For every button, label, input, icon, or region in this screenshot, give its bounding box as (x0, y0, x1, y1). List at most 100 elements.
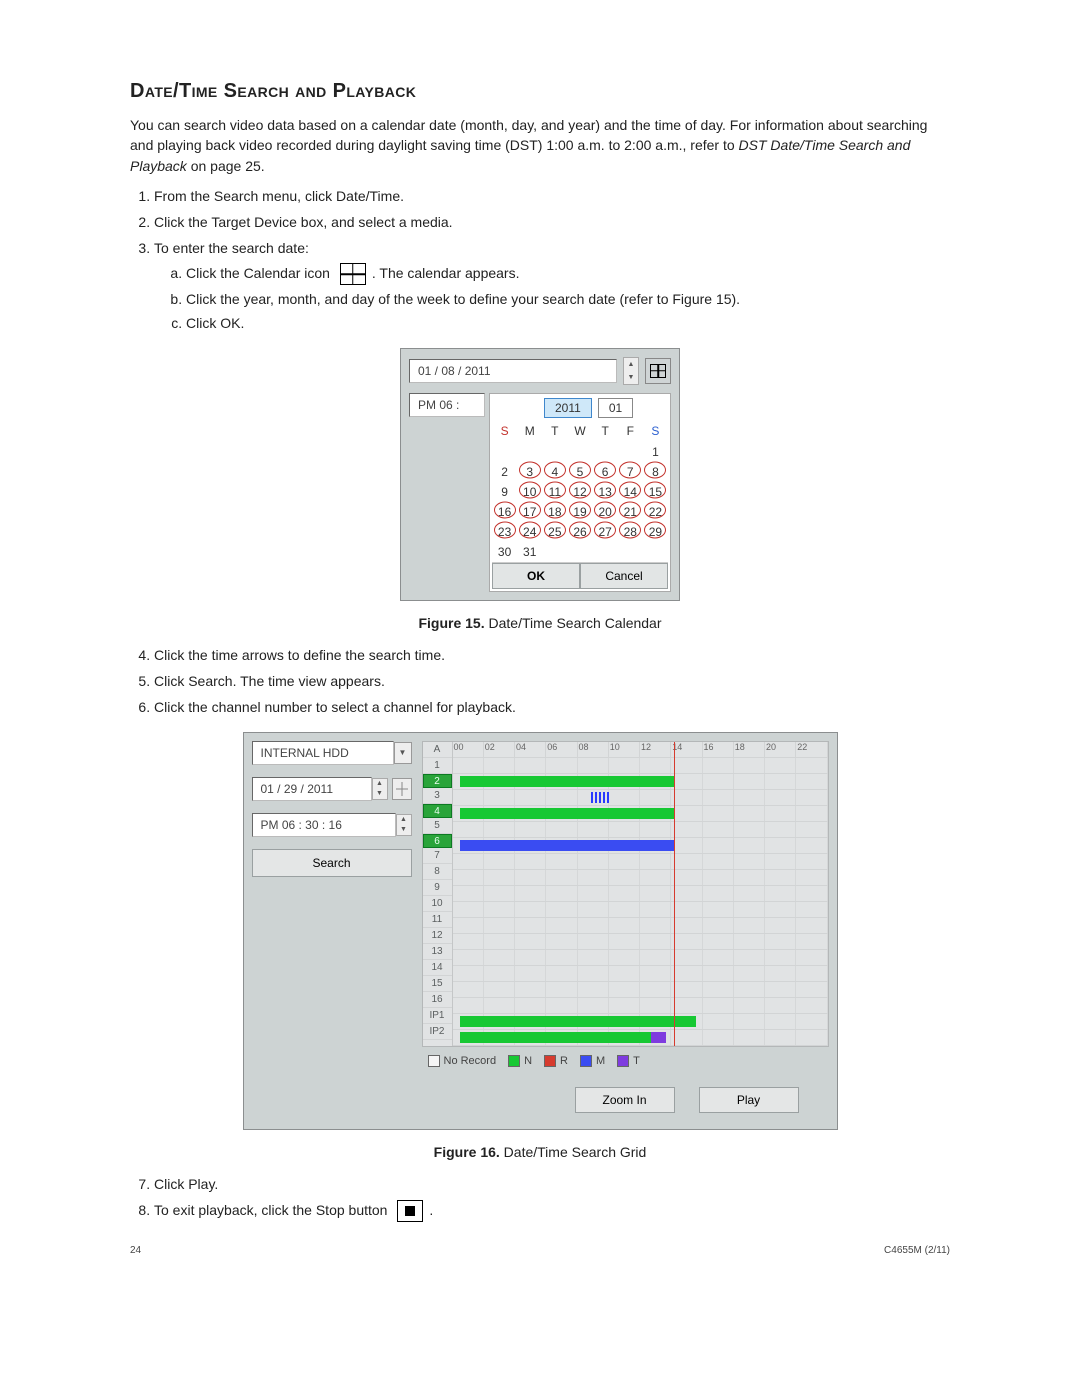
calendar-day[interactable]: 9 (492, 480, 517, 500)
calendar-day (517, 440, 542, 460)
channel-2[interactable]: 2 (423, 774, 452, 788)
track-10[interactable] (453, 902, 828, 918)
calendar-day[interactable]: 15 (643, 480, 668, 500)
track-IP2[interactable] (453, 1030, 828, 1046)
track-13[interactable] (453, 950, 828, 966)
page-number: 24 (130, 1245, 141, 1256)
year-selector[interactable]: 2011 (544, 398, 592, 418)
grid-date-spinner[interactable]: ▲▼ (372, 778, 388, 800)
playhead-line[interactable] (674, 742, 675, 1046)
channel-3[interactable]: 3 (423, 788, 452, 804)
open-calendar-button[interactable] (645, 358, 671, 384)
hour-label: 02 (484, 742, 515, 757)
legend: No Record N R M T (422, 1051, 829, 1071)
calendar-day[interactable]: 10 (517, 480, 542, 500)
calendar-day[interactable]: 26 (567, 520, 592, 540)
calendar-day (643, 540, 668, 560)
grid-time-input[interactable]: PM 06 : 30 : 16 (252, 813, 396, 837)
step-8: To exit playback, click the Stop button … (154, 1200, 950, 1222)
calendar-day[interactable]: 29 (643, 520, 668, 540)
track-14[interactable] (453, 966, 828, 982)
calendar-day[interactable]: 6 (593, 460, 618, 480)
calendar-day[interactable]: 16 (492, 500, 517, 520)
grid-time-spinner[interactable]: ▲▼ (396, 814, 412, 836)
calendar-day[interactable]: 18 (542, 500, 567, 520)
calendar-day[interactable]: 30 (492, 540, 517, 560)
calendar-icon[interactable] (392, 778, 412, 800)
calendar-day[interactable]: 20 (593, 500, 618, 520)
calendar-day[interactable]: 28 (618, 520, 643, 540)
calendar-day[interactable]: 31 (517, 540, 542, 560)
track-15[interactable] (453, 982, 828, 998)
channel-9[interactable]: 9 (423, 880, 452, 896)
channel-12[interactable]: 12 (423, 928, 452, 944)
calendar-day[interactable]: 5 (567, 460, 592, 480)
calendar-day[interactable]: 2 (492, 460, 517, 480)
step-3b: Click the year, month, and day of the we… (186, 289, 950, 309)
track-12[interactable] (453, 934, 828, 950)
calendar-day[interactable]: 19 (567, 500, 592, 520)
calendar-day[interactable]: 3 (517, 460, 542, 480)
channel-16[interactable]: 16 (423, 992, 452, 1008)
step-2: Click the Target Device box, and select … (154, 212, 950, 232)
month-selector[interactable]: 01 (598, 398, 633, 418)
channel-10[interactable]: 10 (423, 896, 452, 912)
search-button[interactable]: Search (252, 849, 412, 877)
dow-label: T (542, 422, 567, 440)
calendar-day[interactable]: 27 (593, 520, 618, 540)
channel-11[interactable]: 11 (423, 912, 452, 928)
play-button[interactable]: Play (699, 1087, 799, 1113)
dow-label: F (618, 422, 643, 440)
track-6[interactable] (453, 838, 828, 854)
calendar-day[interactable]: 1 (643, 440, 668, 460)
date-spinner[interactable]: ▲▼ (623, 357, 639, 385)
cancel-button[interactable]: Cancel (580, 563, 668, 589)
channel-IP2[interactable]: IP2 (423, 1024, 452, 1040)
target-device-box[interactable]: INTERNAL HDD (252, 741, 394, 765)
track-3[interactable] (453, 790, 828, 806)
channel-1[interactable]: 1 (423, 758, 452, 774)
channel-15[interactable]: 15 (423, 976, 452, 992)
calendar-day[interactable]: 7 (618, 460, 643, 480)
calendar-day[interactable]: 25 (542, 520, 567, 540)
track-9[interactable] (453, 886, 828, 902)
calendar-day[interactable]: 24 (517, 520, 542, 540)
channel-5[interactable]: 5 (423, 818, 452, 834)
calendar-day[interactable]: 22 (643, 500, 668, 520)
calendar-day[interactable]: 17 (517, 500, 542, 520)
ok-button[interactable]: OK (492, 563, 580, 589)
track-5[interactable] (453, 822, 828, 838)
zoom-in-button[interactable]: Zoom In (575, 1087, 675, 1113)
channel-13[interactable]: 13 (423, 944, 452, 960)
hour-label: 22 (796, 742, 827, 757)
calendar-day[interactable]: 4 (542, 460, 567, 480)
calendar-day[interactable]: 14 (618, 480, 643, 500)
calendar-day[interactable]: 11 (542, 480, 567, 500)
calendar-day[interactable]: 21 (618, 500, 643, 520)
time-input[interactable]: PM 06 : (409, 393, 485, 417)
date-input[interactable]: 01 / 08 / 2011 (409, 359, 617, 383)
channel-IP1[interactable]: IP1 (423, 1008, 452, 1024)
calendar-day[interactable]: 13 (593, 480, 618, 500)
track-2[interactable] (453, 774, 828, 790)
track-8[interactable] (453, 870, 828, 886)
calendar-day[interactable]: 8 (643, 460, 668, 480)
channel-6[interactable]: 6 (423, 834, 452, 848)
channel-7[interactable]: 7 (423, 848, 452, 864)
track-IP1[interactable] (453, 1014, 828, 1030)
track-11[interactable] (453, 918, 828, 934)
channel-4[interactable]: 4 (423, 804, 452, 818)
calendar-day[interactable]: 23 (492, 520, 517, 540)
grid-date-input[interactable]: 01 / 29 / 2011 (252, 777, 372, 801)
step-3c: Click OK. (186, 313, 950, 333)
track-4[interactable] (453, 806, 828, 822)
channel-14[interactable]: 14 (423, 960, 452, 976)
calendar-day[interactable]: 12 (567, 480, 592, 500)
channel-8[interactable]: 8 (423, 864, 452, 880)
track-7[interactable] (453, 854, 828, 870)
hour-label: 04 (515, 742, 546, 757)
track-16[interactable] (453, 998, 828, 1014)
track-1[interactable] (453, 758, 828, 774)
device-dropdown-icon[interactable]: ▼ (394, 742, 412, 764)
dow-label: W (567, 422, 592, 440)
